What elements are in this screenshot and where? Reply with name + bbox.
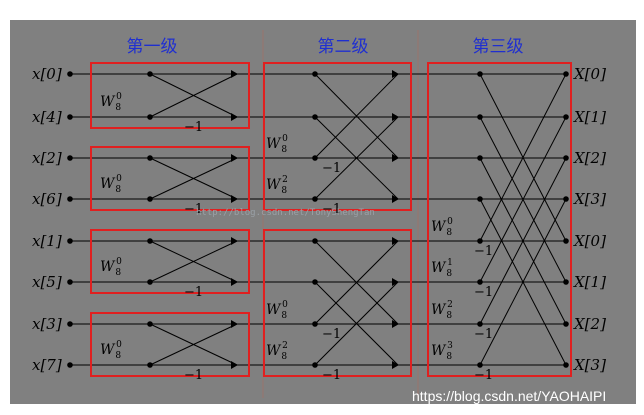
stage-title-1: 第一级	[127, 37, 178, 57]
stage1-node	[147, 238, 153, 244]
input-label: x[7]	[32, 356, 62, 374]
stage3-node	[477, 321, 483, 327]
input-label: x[2]	[32, 149, 62, 167]
output-label: X[1]	[573, 273, 606, 291]
input-label: x[6]	[32, 190, 62, 208]
input-node	[67, 362, 73, 368]
stage2-negation-label: −1	[322, 368, 341, 383]
output-label: X[0]	[573, 65, 606, 83]
input-node	[67, 114, 73, 120]
stage2-node	[312, 362, 318, 368]
stage3-node	[477, 114, 483, 120]
stage1-twiddle-label: W80	[100, 92, 122, 113]
stage2-twiddle-label: W82	[266, 341, 288, 362]
stage1-negation-label: −1	[184, 120, 203, 135]
stage2-node	[312, 279, 318, 285]
input-node	[67, 196, 73, 202]
output-node	[563, 279, 569, 285]
stage2-node	[312, 196, 318, 202]
input-label: x[5]	[32, 273, 62, 291]
output-node	[563, 362, 569, 368]
stage3-node	[477, 279, 483, 285]
stage-title-3: 第三级	[473, 37, 524, 57]
stage2-twiddle-label: W80	[266, 300, 288, 321]
stage1-node	[147, 114, 153, 120]
input-node	[67, 155, 73, 161]
stage2-node	[312, 321, 318, 327]
output-label: X[2]	[573, 315, 606, 333]
stage2-node	[312, 71, 318, 77]
input-label: x[4]	[32, 108, 62, 126]
input-label: x[3]	[32, 315, 62, 333]
input-node	[67, 238, 73, 244]
stage1-twiddle-label: W80	[100, 174, 122, 195]
output-label: X[1]	[573, 108, 606, 126]
input-node	[67, 321, 73, 327]
stage1-node	[147, 279, 153, 285]
output-node	[563, 114, 569, 120]
stage3-twiddle-label: W82	[431, 300, 453, 321]
input-node	[67, 279, 73, 285]
stage2-node	[312, 155, 318, 161]
stage2-negation-label: −1	[322, 161, 341, 176]
output-node	[563, 155, 569, 161]
fft-butterfly-diagram: 第一级 第二级 第三级 W80 −1 W80 −1 W80 −1 W80 −1 W80 W82 −1…	[10, 20, 636, 404]
stage1-negation-label: −1	[184, 285, 203, 300]
output-node	[563, 321, 569, 327]
stage3-node	[477, 362, 483, 368]
stage3-node	[477, 238, 483, 244]
stage1-node	[147, 155, 153, 161]
stage3-node	[477, 155, 483, 161]
stage3-node	[477, 196, 483, 202]
output-label: X[3]	[573, 190, 606, 208]
stage3-negation-label: −1	[474, 368, 493, 383]
stage3-twiddle-label: W81	[431, 258, 453, 279]
output-node	[563, 196, 569, 202]
stage1-node	[147, 321, 153, 327]
stage3-twiddle-label: W83	[431, 341, 453, 362]
stage3-node	[477, 71, 483, 77]
stage2-node	[312, 114, 318, 120]
input-label: x[0]	[32, 65, 62, 83]
stage3-negation-label: −1	[474, 285, 493, 300]
stage1-node	[147, 362, 153, 368]
stage1-node	[147, 71, 153, 77]
watermark-mid: http://blog.csdn.net/TonyShengTan	[196, 208, 375, 218]
stage1-twiddle-label: W80	[100, 340, 122, 361]
stage2-negation-label: −1	[322, 327, 341, 342]
input-node	[67, 71, 73, 77]
stage3-twiddle-label: W80	[431, 217, 453, 238]
stage1-node	[147, 196, 153, 202]
output-node	[563, 238, 569, 244]
stage1-negation-label: −1	[184, 368, 203, 383]
stage2-twiddle-label: W80	[266, 134, 288, 155]
stage2-twiddle-label: W82	[266, 175, 288, 196]
output-label: X[0]	[573, 232, 606, 250]
output-node	[563, 71, 569, 77]
stage1-twiddle-label: W80	[100, 257, 122, 278]
output-label: X[3]	[573, 356, 606, 374]
stage2-node	[312, 238, 318, 244]
watermark-footer: https://blog.csdn.net/YAOHAIPI	[412, 388, 606, 404]
input-label: x[1]	[32, 232, 62, 250]
stage-title-2: 第二级	[318, 37, 369, 57]
stage3-negation-label: −1	[474, 327, 493, 342]
output-label: X[2]	[573, 149, 606, 167]
stage3-negation-label: −1	[474, 244, 493, 259]
